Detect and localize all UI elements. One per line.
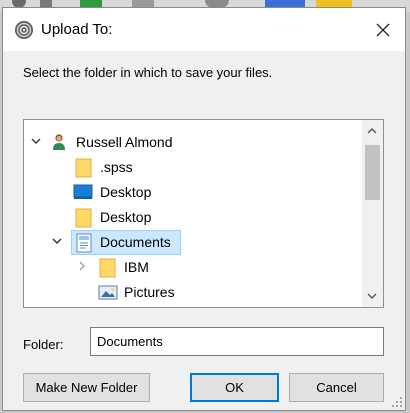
make-new-folder-button[interactable]: Make New Folder [23,373,150,402]
desktop-icon [73,184,93,199]
pictures-icon [98,285,118,300]
user-icon [53,134,65,150]
cancel-button[interactable]: Cancel [289,373,384,402]
folder-icon [75,158,92,178]
title-bar[interactable]: Upload To: [3,8,405,51]
app-logo-icon [15,21,33,39]
resize-grip-icon[interactable] [391,396,403,408]
upload-dialog: Upload To: Select the folder in which to… [2,7,406,411]
close-button[interactable] [369,16,397,44]
folder-tree[interactable]: Russell Almond .spss Desktop Desktop Doc… [23,119,384,308]
tree-item-label: Desktop [100,209,152,225]
tree-item-label: IBM [124,259,149,275]
chevron-down-icon[interactable] [30,135,42,147]
tree-item-label: Documents [100,234,171,250]
tree-item-russell-almond[interactable]: Russell Almond [24,130,362,155]
ok-button[interactable]: OK [190,373,279,402]
documents-icon [76,233,92,253]
tree-item-desktop[interactable]: Desktop [24,180,362,205]
tree-item-ibm[interactable]: IBM [24,255,362,280]
scrollbar-thumb[interactable] [365,145,380,200]
chevron-right-icon[interactable] [76,260,88,272]
folder-input[interactable] [90,327,384,356]
tree-item-label: Pictures [124,284,175,300]
close-icon [376,23,390,37]
tree-scrollbar[interactable] [362,120,383,307]
tree-item-label: Russell Almond [76,134,173,150]
scroll-down-icon[interactable] [366,291,378,301]
chevron-down-icon[interactable] [51,235,63,247]
scroll-up-icon[interactable] [366,126,378,136]
tree-item-pictures[interactable]: Pictures [24,280,362,305]
tree-item-partial[interactable] [24,305,362,307]
tree-item-documents[interactable]: Documents [24,230,362,255]
tree-item-desktop-folder[interactable]: Desktop [24,205,362,230]
folder-field-label: Folder: [23,337,64,352]
dialog-title: Upload To: [41,21,113,38]
folder-icon [75,208,92,228]
folder-icon [99,258,116,278]
tree-item-label: Desktop [100,184,152,200]
tree-item-label: .spss [100,159,133,175]
dialog-prompt: Select the folder in which to save your … [23,65,273,80]
tree-item-spss[interactable]: .spss [24,155,362,180]
